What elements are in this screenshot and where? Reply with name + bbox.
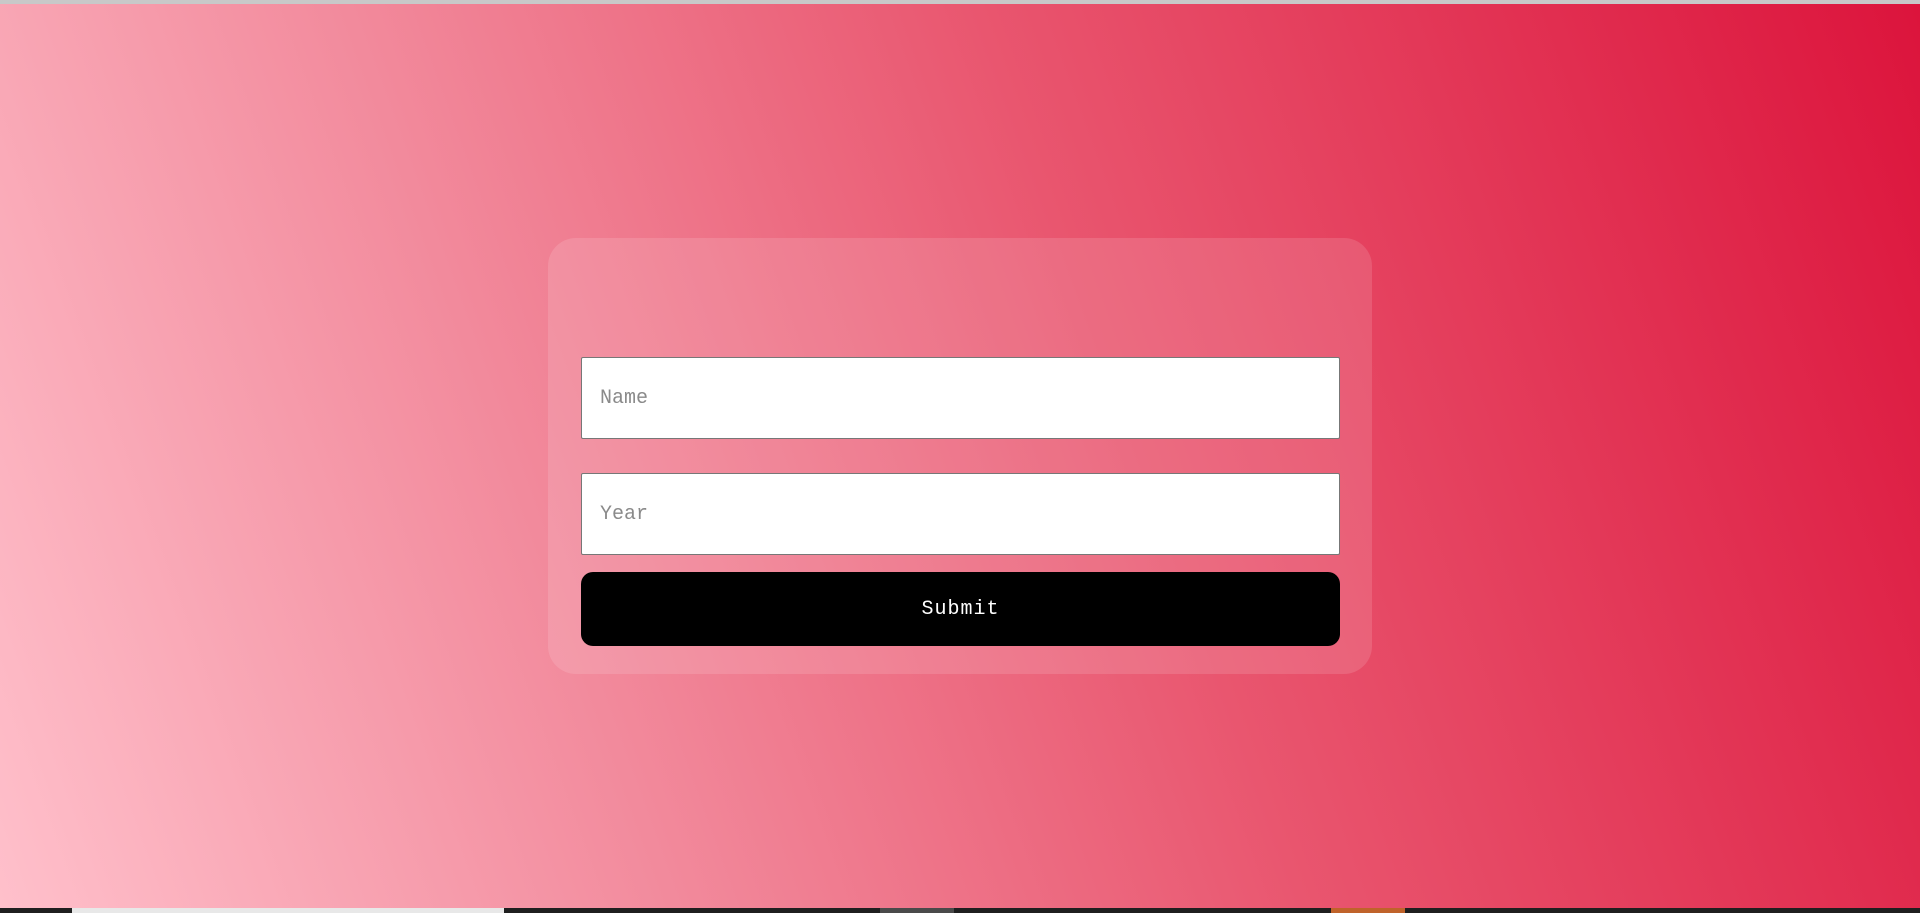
taskbar — [0, 908, 1920, 913]
taskbar-item-2[interactable] — [880, 908, 954, 913]
entry-form-card: Submit — [548, 238, 1372, 674]
year-input[interactable] — [581, 473, 1340, 555]
submit-button[interactable]: Submit — [581, 572, 1340, 646]
taskbar-item-3[interactable] — [1331, 908, 1405, 913]
page-background: Submit — [0, 4, 1920, 908]
taskbar-item-1[interactable] — [72, 908, 504, 913]
name-input[interactable] — [581, 357, 1340, 439]
